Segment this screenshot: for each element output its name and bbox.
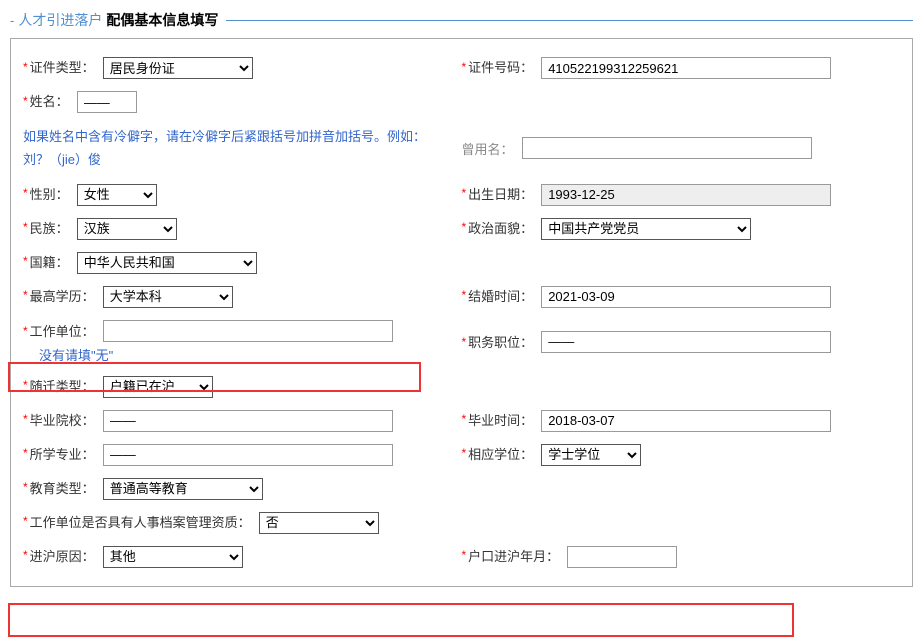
label-archive: 工作单位是否具有人事档案管理资质：	[30, 512, 251, 531]
required-mark: *	[462, 446, 467, 460]
required-mark: *	[23, 254, 28, 268]
select-nation[interactable]: 汉族	[77, 218, 177, 240]
select-edu[interactable]: 大学本科	[103, 286, 233, 308]
section-header: - 人才引进落户 配偶基本信息填写	[10, 10, 913, 30]
label-school: 毕业院校：	[30, 410, 95, 429]
select-archive[interactable]: 否	[259, 512, 379, 534]
required-mark: *	[462, 288, 467, 302]
label-work: 工作单位：	[30, 321, 95, 340]
required-mark: *	[462, 548, 467, 562]
label-name: 姓名：	[30, 91, 69, 110]
hint-rare-char: 如果姓名中含有冷僻字，请在冷僻字后紧跟括号加拼音加括号。例如：刘？（jie）俊	[11, 125, 451, 172]
label-position: 职务职位：	[468, 332, 533, 351]
required-mark: *	[23, 446, 28, 460]
label-country: 国籍：	[30, 252, 69, 271]
required-mark: *	[23, 412, 28, 426]
label-entry-date: 户口进沪年月：	[468, 546, 559, 565]
label-politics: 政治面貌：	[468, 218, 533, 237]
input-name[interactable]	[77, 91, 137, 113]
header-prefix: 人才引进落户	[18, 10, 102, 30]
input-grad-time[interactable]	[541, 410, 831, 432]
input-id-number[interactable]	[541, 57, 831, 79]
required-mark: *	[23, 220, 28, 234]
hint-work-none: 没有请填"无"	[11, 345, 113, 364]
input-old-name[interactable]	[522, 137, 812, 159]
input-position[interactable]	[541, 331, 831, 353]
required-mark: *	[462, 335, 467, 349]
label-grad-time: 毕业时间：	[468, 410, 533, 429]
label-major: 所学专业：	[30, 444, 95, 463]
label-edu: 最高学历：	[30, 286, 95, 305]
label-reason: 进沪原因：	[30, 546, 95, 565]
required-mark: *	[23, 548, 28, 562]
required-mark: *	[23, 378, 28, 392]
required-mark: *	[23, 480, 28, 494]
input-work[interactable]	[103, 320, 393, 342]
header-divider	[226, 20, 913, 21]
input-birth[interactable]	[541, 184, 831, 206]
required-mark: *	[23, 514, 28, 528]
required-mark: *	[23, 186, 28, 200]
required-mark: *	[462, 220, 467, 234]
label-degree: 相应学位：	[468, 444, 533, 463]
required-mark: *	[23, 60, 28, 74]
label-gender: 性别：	[30, 184, 69, 203]
input-marry[interactable]	[541, 286, 831, 308]
required-mark: *	[23, 288, 28, 302]
dash-icon: -	[10, 13, 14, 28]
select-gender[interactable]: 女性	[77, 184, 157, 206]
select-reason[interactable]: 其他	[103, 546, 243, 568]
select-move-type[interactable]: 户籍已在沪	[103, 376, 213, 398]
required-mark: *	[23, 94, 28, 108]
required-mark: *	[462, 60, 467, 74]
label-edu-type: 教育类型：	[30, 478, 95, 497]
form-container: *证件类型： 居民身份证 *证件号码： *姓名： 如果姓名中含有冷僻字，请在冷僻…	[10, 38, 913, 587]
select-degree[interactable]: 学士学位	[541, 444, 641, 466]
highlight-box-reason	[8, 603, 794, 637]
label-nation: 民族：	[30, 218, 69, 237]
label-birth: 出生日期：	[468, 184, 533, 203]
required-mark: *	[23, 324, 28, 338]
input-major[interactable]	[103, 444, 393, 466]
select-edu-type[interactable]: 普通高等教育	[103, 478, 263, 500]
required-mark: *	[462, 412, 467, 426]
select-country[interactable]: 中华人民共和国	[77, 252, 257, 274]
required-mark: *	[462, 186, 467, 200]
label-old-name: 曾用名：	[462, 139, 514, 158]
label-marry: 结婚时间：	[468, 286, 533, 305]
label-id-type: 证件类型：	[30, 57, 95, 76]
label-move-type: 随迁类型：	[30, 376, 95, 395]
select-id-type[interactable]: 居民身份证	[103, 57, 253, 79]
input-school[interactable]	[103, 410, 393, 432]
select-politics[interactable]: 中国共产党党员	[541, 218, 751, 240]
input-entry-date[interactable]	[567, 546, 677, 568]
header-title: 配偶基本信息填写	[106, 10, 218, 30]
label-id-number: 证件号码：	[468, 57, 533, 76]
